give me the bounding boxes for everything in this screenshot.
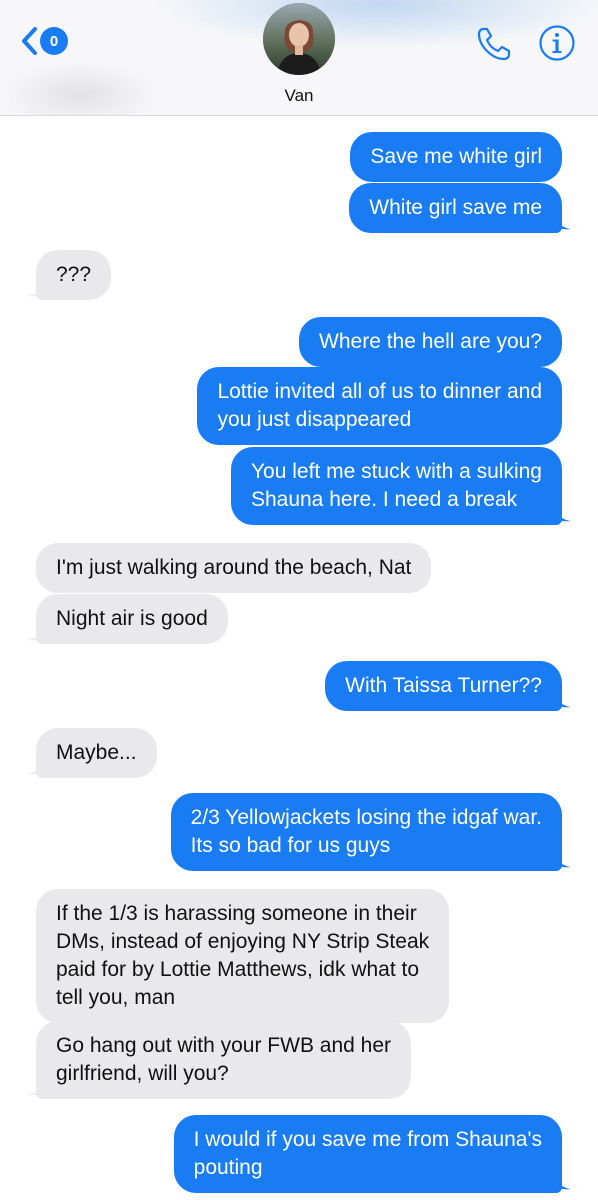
contact-name[interactable]: Van xyxy=(0,86,598,106)
message-line: you just disappeared xyxy=(217,408,412,431)
bubble-tail xyxy=(555,852,571,868)
header-blur xyxy=(150,0,598,50)
sent-message-bubble[interactable]: Save me white girl xyxy=(350,132,562,182)
received-message-bubble[interactable]: ??? xyxy=(36,250,112,300)
message-line: If the 1/3 is harassing someone in their xyxy=(56,902,417,925)
message-line: DMs, instead of enjoying NY Strip Steak xyxy=(56,930,430,953)
avatar-photo xyxy=(263,3,335,75)
message-line: Go hang out with your FWB and her xyxy=(56,1034,392,1057)
received-message-bubble[interactable]: Night air is good xyxy=(36,594,228,644)
info-icon xyxy=(539,25,575,61)
unread-count-badge: 0 xyxy=(40,27,68,55)
chevron-left-icon xyxy=(22,27,37,55)
sent-message-bubble[interactable]: You left me stuck with a sulking Shauna … xyxy=(230,447,562,525)
info-button[interactable] xyxy=(538,24,576,62)
sent-message-bubble[interactable]: With Taissa Turner?? xyxy=(325,661,562,711)
message-line: Shauna here. I need a break xyxy=(250,488,518,511)
bubble-tail xyxy=(27,281,43,297)
bubble-tail xyxy=(555,692,571,708)
sent-message-bubble[interactable]: Where the hell are you? xyxy=(299,317,562,367)
sent-message-bubble[interactable]: Lottie invited all of us to dinner and y… xyxy=(197,367,562,445)
message-line: pouting xyxy=(193,1156,263,1179)
message-text: Save me white girl xyxy=(370,145,542,168)
avatar[interactable] xyxy=(263,3,335,75)
received-message-bubble[interactable]: Go hang out with your FWB and her girlfr… xyxy=(36,1021,412,1099)
message-line: Lottie invited all of us to dinner and xyxy=(217,380,542,403)
sent-message-bubble[interactable]: White girl save me xyxy=(349,183,562,233)
back-button[interactable]: 0 xyxy=(20,24,74,58)
bubble-tail xyxy=(27,625,43,641)
message-line: You left me stuck with a sulking xyxy=(250,460,542,483)
conversation-header: 0 Van xyxy=(0,0,598,116)
call-button[interactable] xyxy=(474,24,514,64)
message-line: girlfriend, will you? xyxy=(56,1062,229,1085)
message-line: tell you, man xyxy=(56,986,176,1009)
message-line: 2/3 Yellowjackets losing the idgaf war. xyxy=(190,806,542,829)
message-line: paid for by Lottie Matthews, idk what to xyxy=(56,958,420,981)
message-text: ??? xyxy=(56,263,92,286)
message-text: Where the hell are you? xyxy=(319,330,542,353)
bubble-tail xyxy=(27,759,43,775)
message-text: Maybe... xyxy=(56,741,137,764)
message-line: Its so bad for us guys xyxy=(190,834,391,857)
message-text: White girl save me xyxy=(369,196,542,219)
bubble-tail xyxy=(27,1080,43,1096)
sent-message-bubble[interactable]: 2/3 Yellowjackets losing the idgaf war. … xyxy=(170,793,562,871)
message-text: Night air is good xyxy=(56,607,208,630)
message-text: I'm just walking around the beach, Nat xyxy=(56,556,412,579)
received-message-bubble[interactable]: I'm just walking around the beach, Nat xyxy=(36,543,432,593)
message-text: With Taissa Turner?? xyxy=(345,674,542,697)
bubble-tail xyxy=(555,1174,571,1190)
received-message-bubble[interactable]: Maybe... xyxy=(36,728,157,778)
received-message-bubble[interactable]: If the 1/3 is harassing someone in their… xyxy=(36,889,450,1023)
sent-message-bubble[interactable]: I would if you save me from Shauna's pou… xyxy=(173,1115,562,1193)
bubble-tail xyxy=(555,214,571,230)
phone-icon xyxy=(477,27,511,61)
bubble-tail xyxy=(555,506,571,522)
message-line: I would if you save me from Shauna's xyxy=(193,1128,542,1151)
